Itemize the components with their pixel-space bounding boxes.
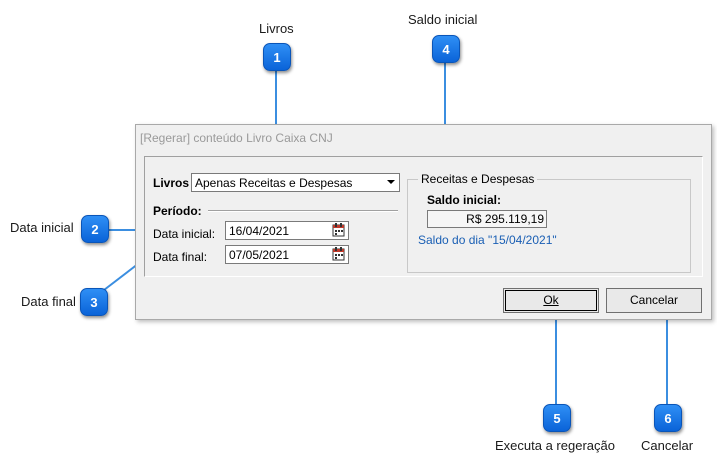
saldo-inicial-value: R$ 295.119,19 xyxy=(466,212,544,226)
cancel-button[interactable]: Cancelar xyxy=(606,288,702,313)
receitas-despesas-group: Receitas e Despesas Saldo inicial: R$ 29… xyxy=(407,172,691,273)
callout-badge-6: 6 xyxy=(654,404,682,432)
callout-badge-5: 5 xyxy=(543,404,571,432)
saldo-inicial-label: Saldo inicial: xyxy=(427,193,502,207)
saldo-inicial-field[interactable]: R$ 295.119,19 xyxy=(427,210,547,228)
saldo-note: Saldo do dia "15/04/2021" xyxy=(418,233,557,247)
data-final-value: 07/05/2021 xyxy=(229,248,290,262)
callout-badge-4: 4 xyxy=(432,35,460,63)
calendar-icon[interactable] xyxy=(332,247,345,261)
ok-button-label: Ok xyxy=(543,293,559,307)
data-inicial-label: Data inicial: xyxy=(153,227,216,241)
cancel-button-label: Cancelar xyxy=(629,293,679,307)
group-title: Receitas e Despesas xyxy=(418,172,538,186)
callout-badge-3: 3 xyxy=(80,288,108,316)
data-final-field[interactable]: 07/05/2021 xyxy=(225,245,349,264)
chevron-down-icon[interactable] xyxy=(387,180,395,184)
data-inicial-field[interactable]: 16/04/2021 xyxy=(225,221,349,240)
periodo-label: Período: xyxy=(153,204,202,218)
callout-badge-2: 2 xyxy=(81,215,109,243)
regerar-dialog: [Regerar] conteúdo Livro Caixa CNJ Livro… xyxy=(135,124,712,320)
livros-select-value: Apenas Receitas e Despesas xyxy=(195,176,353,190)
data-final-label: Data final: xyxy=(153,250,208,264)
data-inicial-value: 16/04/2021 xyxy=(229,224,290,238)
dialog-title: [Regerar] conteúdo Livro Caixa CNJ xyxy=(140,131,333,145)
livros-select[interactable]: Apenas Receitas e Despesas xyxy=(191,173,400,192)
ok-button[interactable]: Ok xyxy=(503,288,599,313)
livros-label: Livros xyxy=(153,176,190,190)
callout-badge-1: 1 xyxy=(263,43,291,71)
calendar-icon[interactable] xyxy=(332,223,345,237)
periodo-divider xyxy=(208,210,398,212)
